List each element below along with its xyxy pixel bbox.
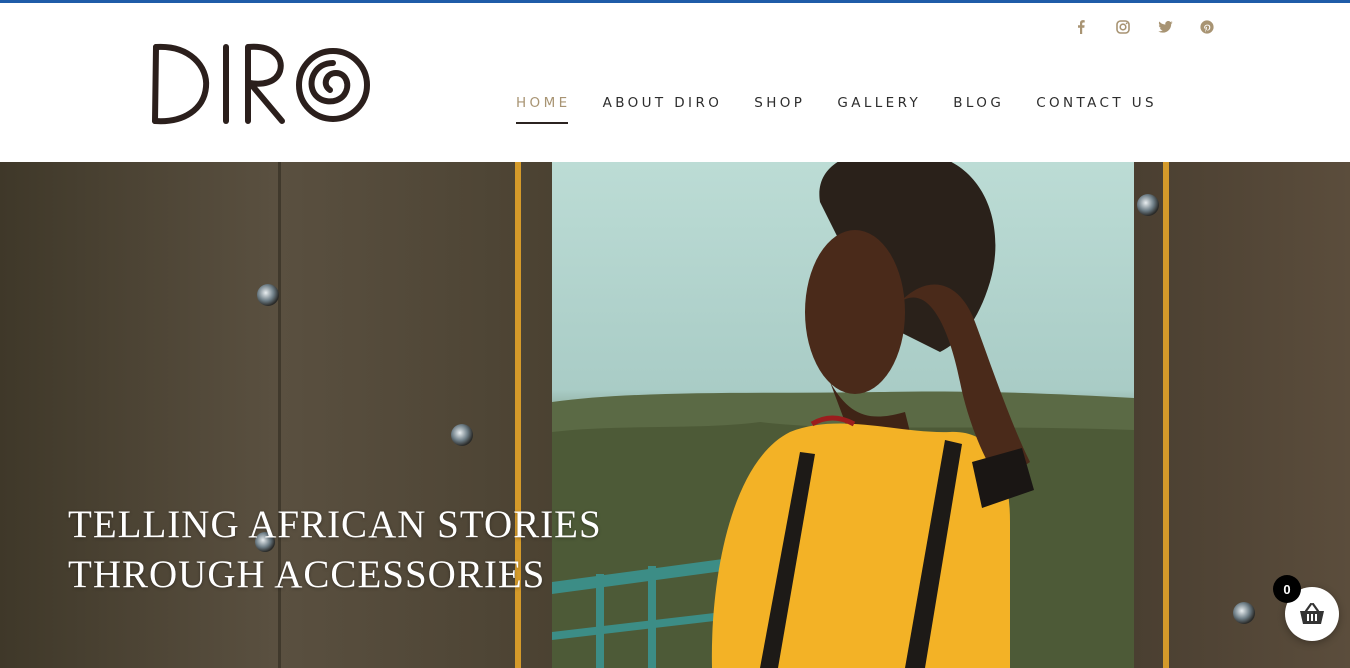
social-links — [1060, 17, 1228, 37]
hero-headline: TELLING AFRICAN STORIES THROUGH ACCESSOR… — [68, 500, 602, 600]
nav-blog[interactable]: BLOG — [953, 94, 1004, 112]
diro-logo-mark — [152, 43, 370, 125]
twitter-icon[interactable] — [1144, 17, 1186, 37]
nav-about-diro[interactable]: ABOUT DIRO — [603, 94, 723, 112]
basket-icon — [1300, 603, 1324, 624]
facebook-icon[interactable] — [1060, 17, 1102, 37]
pinterest-icon[interactable] — [1186, 17, 1228, 37]
hero-headline-line-2: THROUGH ACCESSORIES — [68, 553, 546, 596]
nav-contact-us[interactable]: CONTACT US — [1036, 94, 1157, 112]
hero-headline-line-1: TELLING AFRICAN STORIES — [68, 503, 602, 546]
site-logo[interactable] — [150, 39, 375, 131]
nav-home[interactable]: HOME — [516, 94, 571, 124]
instagram-icon[interactable] — [1102, 17, 1144, 37]
hero-banner: TELLING AFRICAN STORIES THROUGH ACCESSOR… — [0, 162, 1350, 668]
nav-gallery[interactable]: GALLERY — [837, 94, 921, 112]
site-header: HOME ABOUT DIRO SHOP GALLERY BLOG CONTAC… — [0, 3, 1350, 162]
main-navigation: HOME ABOUT DIRO SHOP GALLERY BLOG CONTAC… — [516, 94, 1189, 124]
nav-shop[interactable]: SHOP — [754, 94, 805, 112]
cart-count-badge: 0 — [1273, 575, 1301, 603]
